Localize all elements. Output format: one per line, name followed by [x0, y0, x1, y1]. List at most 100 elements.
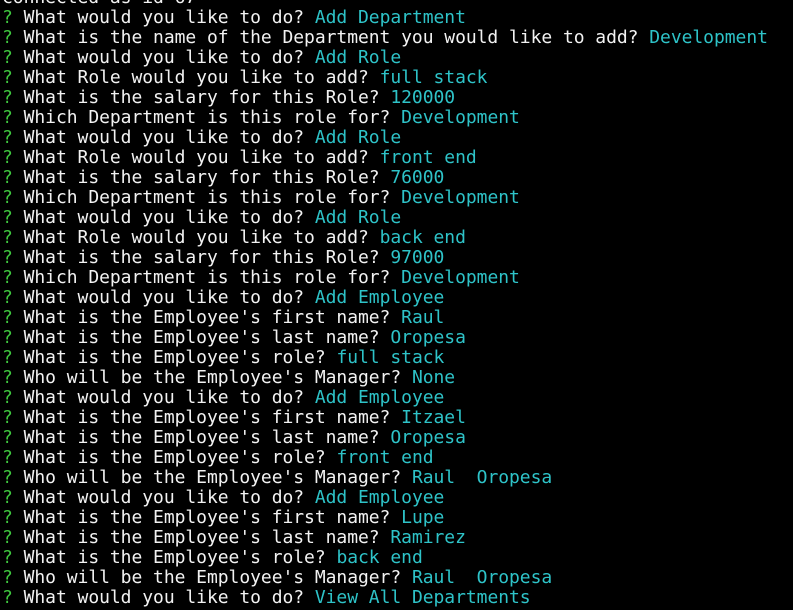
prompt-question-mark: ?	[2, 327, 13, 348]
prompt-question: What is the Employee's role?	[23, 447, 326, 468]
prompt-question: What is the Employee's role?	[23, 547, 326, 568]
prompt-question-mark: ?	[2, 387, 13, 408]
prompt-answer: Add Employee	[314, 287, 445, 308]
prompt-answer: front end	[379, 147, 477, 168]
prompt-question: What would you like to do?	[23, 47, 305, 68]
prompt-answer: Raul Oropesa	[411, 467, 553, 488]
prompt-question: What is the Employee's first name?	[23, 307, 391, 328]
prompt-answer: back end	[379, 227, 466, 248]
prompt-answer: Ramirez	[390, 527, 466, 548]
prompt-line: ? What is the Employee's first name? Itz…	[2, 408, 768, 428]
prompt-question: What would you like to do?	[23, 207, 305, 228]
prompt-line: ? Which Department is this role for? Dev…	[2, 188, 768, 208]
prompt-question: What is the Employee's first name?	[23, 507, 391, 528]
prompt-question: What would you like to do?	[23, 7, 305, 28]
prompt-answer: Add Department	[314, 7, 466, 28]
prompt-line: ? Which Department is this role for? Dev…	[2, 268, 768, 288]
prompt-question: What is the salary for this Role?	[23, 167, 380, 188]
prompt-answer: Oropesa	[390, 327, 466, 348]
prompt-answer: Development	[649, 27, 768, 48]
prompt-line: ? What would you like to do? Add Employe…	[2, 288, 768, 308]
prompt-question-mark: ?	[2, 147, 13, 168]
prompt-question-mark: ?	[2, 467, 13, 488]
prompt-question-mark: ?	[2, 167, 13, 188]
prompt-question: What is the Employee's first name?	[23, 407, 391, 428]
prompt-line: ? What is the salary for this Role? 9700…	[2, 248, 768, 268]
prompt-question: What is the Employee's last name?	[23, 427, 380, 448]
prompt-question: What is the Employee's role?	[23, 347, 326, 368]
prompt-question: What would you like to do?	[23, 287, 305, 308]
prompt-question: Who will be the Employee's Manager?	[23, 367, 402, 388]
terminal-window[interactable]: connected as id 67 ? What would you like…	[0, 0, 793, 610]
prompt-line: ? Who will be the Employee's Manager? Ra…	[2, 468, 768, 488]
prompt-answer: Development	[401, 187, 520, 208]
prompt-question-mark: ?	[2, 447, 13, 468]
prompt-question-mark: ?	[2, 547, 13, 568]
prompt-answer: Raul Oropesa	[411, 567, 553, 588]
prompt-question: Which Department is this role for?	[23, 187, 391, 208]
prompt-line: ? Who will be the Employee's Manager? No…	[2, 368, 768, 388]
prompt-line: ? What is the salary for this Role? 7600…	[2, 168, 768, 188]
prompt-line: ? What is the name of the Department you…	[2, 28, 768, 48]
prompt-question: What Role would you like to add?	[23, 67, 369, 88]
prompt-question-mark: ?	[2, 227, 13, 248]
prompt-answer: Add Employee	[314, 487, 445, 508]
prompt-line: ? What would you like to do? Add Employe…	[2, 388, 768, 408]
prompt-question: Who will be the Employee's Manager?	[23, 467, 402, 488]
prompt-question-mark: ?	[2, 307, 13, 328]
prompt-line: ? Which Department is this role for? Dev…	[2, 108, 768, 128]
prompt-line: ? What is the salary for this Role? 1200…	[2, 88, 768, 108]
prompt-question-mark: ?	[2, 287, 13, 308]
prompt-question-mark: ?	[2, 407, 13, 428]
prompt-question: What is the name of the Department you w…	[23, 27, 639, 48]
prompt-question-mark: ?	[2, 127, 13, 148]
prompt-line: ? What Role would you like to add? full …	[2, 68, 768, 88]
prompt-question-mark: ?	[2, 87, 13, 108]
prompt-question-mark: ?	[2, 187, 13, 208]
prompt-answer: Add Role	[314, 207, 402, 228]
prompt-question: What is the salary for this Role?	[23, 87, 380, 108]
prompt-question: What would you like to do?	[23, 587, 305, 608]
prompt-line: ? What would you like to do? View All De…	[2, 588, 768, 608]
prompt-question-mark: ?	[2, 67, 13, 88]
prompt-question-mark: ?	[2, 247, 13, 268]
prompt-line: ? What would you like to do? Add Employe…	[2, 488, 768, 508]
prompt-line: ? What is the Employee's last name? Orop…	[2, 428, 768, 448]
prompt-answer: Add Role	[314, 47, 402, 68]
prompt-line: ? What is the Employee's role? full stac…	[2, 348, 768, 368]
prompt-question-mark: ?	[2, 107, 13, 128]
prompt-question-mark: ?	[2, 367, 13, 388]
prompt-question-mark: ?	[2, 567, 13, 588]
prompt-question-mark: ?	[2, 527, 13, 548]
prompt-question: What Role would you like to add?	[23, 147, 369, 168]
prompt-answer: Add Employee	[314, 387, 445, 408]
prompt-question: Who will be the Employee's Manager?	[23, 567, 402, 588]
prompt-line: ? What would you like to do? Add Role	[2, 128, 768, 148]
prompt-question-mark: ?	[2, 427, 13, 448]
prompt-line: ? What would you like to do? Add Role	[2, 208, 768, 228]
prompt-answer: Lupe	[401, 507, 445, 528]
terminal-output: connected as id 67 ? What would you like…	[2, 0, 768, 608]
prompt-question: What would you like to do?	[23, 127, 305, 148]
prompt-question-mark: ?	[2, 47, 13, 68]
prompt-line: ? What would you like to do? Add Role	[2, 48, 768, 68]
prompt-question-mark: ?	[2, 347, 13, 368]
prompt-question-mark: ?	[2, 7, 13, 28]
prompt-answer: Development	[401, 107, 520, 128]
prompt-answer: Development	[401, 267, 520, 288]
prompt-line: ? What would you like to do? Add Departm…	[2, 8, 768, 28]
prompt-answer: Oropesa	[390, 427, 466, 448]
prompt-line: ? What is the Employee's last name? Rami…	[2, 528, 768, 548]
prompt-answer: 76000	[390, 167, 445, 188]
prompt-answer: 97000	[390, 247, 445, 268]
prompt-question: What is the Employee's last name?	[23, 327, 380, 348]
prompt-question-mark: ?	[2, 207, 13, 228]
prompt-answer: back end	[336, 547, 423, 568]
prompt-question: Which Department is this role for?	[23, 107, 391, 128]
prompt-line: ? Who will be the Employee's Manager? Ra…	[2, 568, 768, 588]
prompt-question: What would you like to do?	[23, 487, 305, 508]
prompt-answer: 120000	[390, 87, 456, 108]
prompt-question: What is the Employee's last name?	[23, 527, 380, 548]
prompt-question-mark: ?	[2, 27, 13, 48]
prompt-question: What is the salary for this Role?	[23, 247, 380, 268]
